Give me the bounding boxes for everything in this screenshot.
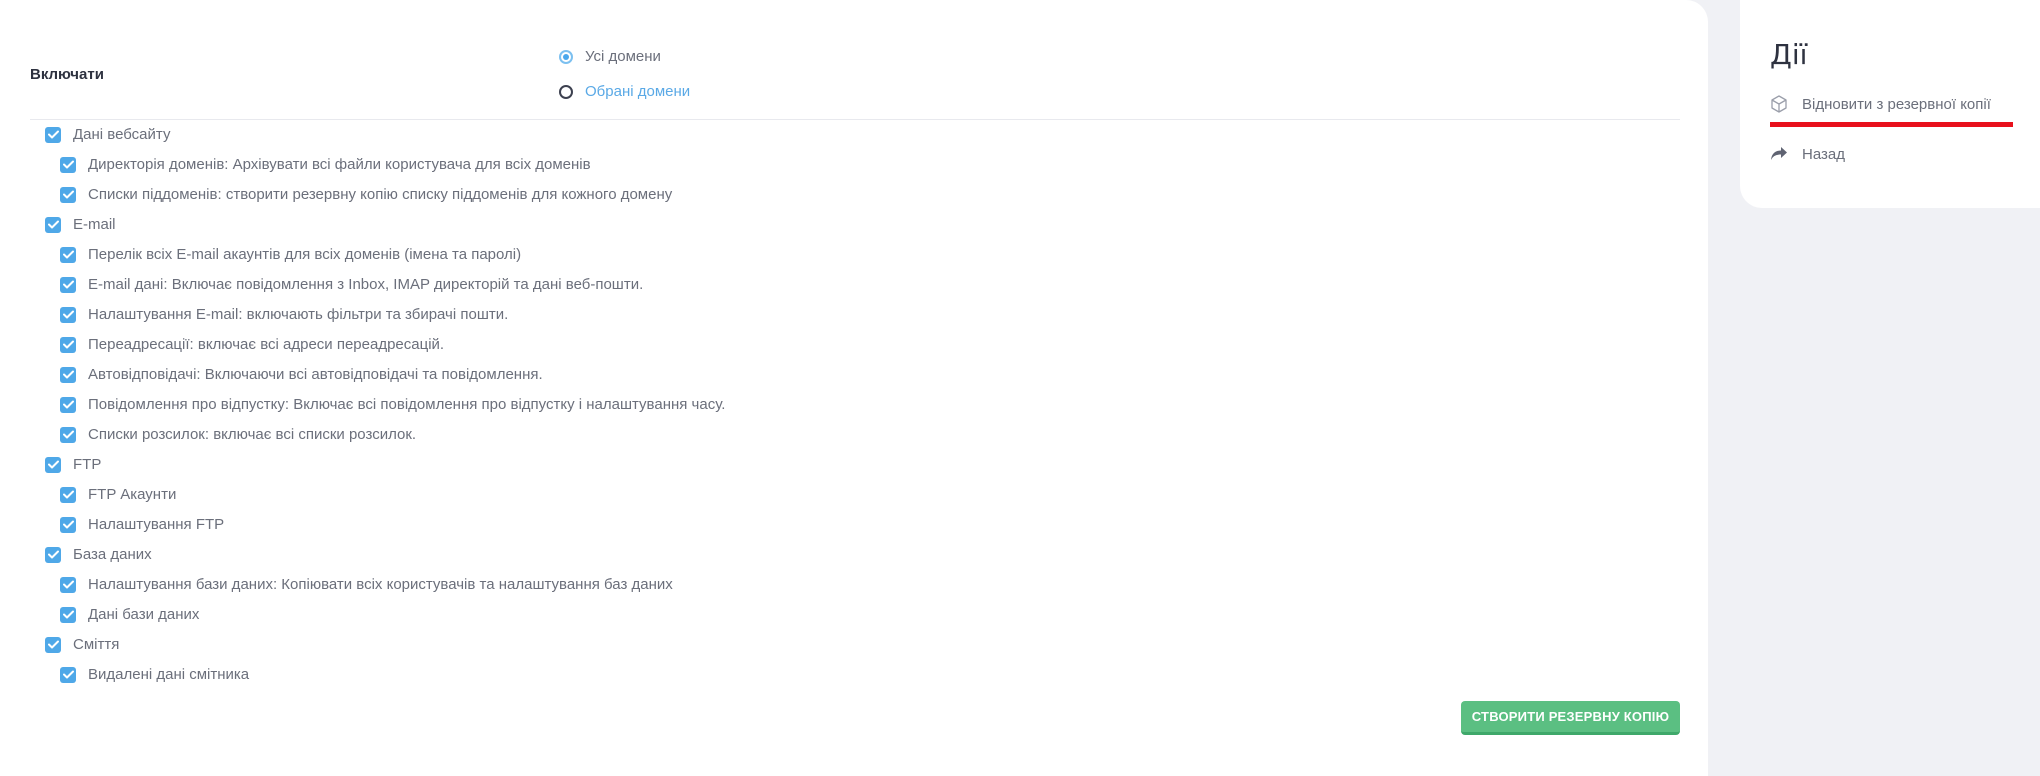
checkmark-icon (62, 610, 74, 619)
option-label: FTP Акаунти (88, 486, 177, 503)
radio-all-domains-button[interactable] (559, 49, 573, 64)
option-group-row[interactable]: Сміття (45, 636, 119, 653)
divider (30, 119, 1680, 120)
option-label: Дані бази даних (88, 606, 200, 623)
actions-title: Дії (1770, 38, 1808, 71)
checkmark-icon (47, 550, 59, 559)
radio-selected-domains-button[interactable] (559, 84, 573, 99)
option-row[interactable]: FTP Акаунти (60, 486, 176, 503)
checkmark-icon (62, 190, 74, 199)
checkmark-icon (62, 490, 74, 499)
option-group-row[interactable]: FTP (45, 456, 101, 473)
checkbox[interactable] (60, 186, 76, 203)
option-row[interactable]: Дані бази даних (60, 606, 199, 623)
checkmark-icon (62, 400, 74, 409)
option-label: E-mail дані: Включає повідомлення з Inbo… (88, 276, 644, 293)
checkmark-icon (62, 280, 74, 289)
option-label: Дані вебсайту (73, 126, 171, 143)
option-label: Налаштування бази даних: Копіювати всіх … (88, 576, 673, 593)
checkbox[interactable] (60, 246, 76, 263)
option-label: Автовідповідачі: Включаючи всі автовідпо… (88, 366, 543, 383)
checkmark-icon (47, 220, 59, 229)
checkmark-icon (62, 670, 74, 679)
checkbox[interactable] (60, 366, 76, 383)
checkbox[interactable] (60, 426, 76, 443)
checkmark-icon (62, 430, 74, 439)
option-label: Перелік всіх E-mail акаунтів для всіх до… (88, 246, 522, 263)
option-row[interactable]: Перелік всіх E-mail акаунтів для всіх до… (60, 246, 521, 263)
checkbox[interactable] (60, 396, 76, 413)
checkbox[interactable] (45, 216, 61, 233)
checkbox[interactable] (45, 636, 61, 653)
backup-form-card: Включати Усі домени Обрані домени Дані в… (0, 0, 1708, 776)
option-label: Видалені дані смітника (88, 666, 250, 683)
include-label: Включати (30, 66, 104, 83)
option-group-row[interactable]: Дані вебсайту (45, 126, 170, 143)
checkbox[interactable] (60, 486, 76, 503)
checkbox[interactable] (45, 546, 61, 563)
checkmark-icon (62, 160, 74, 169)
checkmark-icon (62, 520, 74, 529)
checkbox[interactable] (60, 606, 76, 623)
option-label: Списки піддоменів: створити резервну коп… (88, 186, 673, 203)
checkmark-icon (62, 370, 74, 379)
option-row[interactable]: Автовідповідачі: Включаючи всі автовідпо… (60, 366, 543, 383)
option-row[interactable]: Списки піддоменів: створити резервну коп… (60, 186, 672, 203)
checkbox[interactable] (60, 156, 76, 173)
actions-panel: Дії Відновити з резервної копії Назад (1740, 0, 2040, 208)
checkbox[interactable] (60, 576, 76, 593)
radio-all-domains-label: Усі домени (585, 48, 661, 65)
checkmark-icon (62, 310, 74, 319)
option-label: Повідомлення про відпустку: Включає всі … (88, 396, 726, 413)
option-group-row[interactable]: E-mail (45, 216, 116, 233)
option-row[interactable]: Списки розсилок: включає всі списки розс… (60, 426, 416, 443)
checkbox[interactable] (45, 456, 61, 473)
option-label: Сміття (73, 636, 120, 653)
option-label: E-mail (73, 216, 116, 233)
option-label: Списки розсилок: включає всі списки розс… (88, 426, 417, 443)
checkmark-icon (62, 250, 74, 259)
option-label: Директорія доменів: Архівувати всі файли… (88, 156, 591, 173)
radio-all-domains[interactable]: Усі домени (559, 48, 661, 65)
checkbox[interactable] (60, 276, 76, 293)
option-label: Налаштування E-mail: включають фільтри т… (88, 306, 509, 323)
option-label: Налаштування FTP (88, 516, 225, 533)
checkbox[interactable] (60, 666, 76, 683)
option-row[interactable]: Переадресації: включає всі адреси переад… (60, 336, 444, 353)
back-label: Назад (1802, 145, 1845, 163)
checkbox[interactable] (60, 516, 76, 533)
checkbox[interactable] (45, 126, 61, 143)
option-label: FTP (73, 456, 102, 473)
checkmark-icon (47, 130, 59, 139)
restore-from-backup-label: Відновити з резервної копії (1802, 95, 1991, 113)
option-row[interactable]: E-mail дані: Включає повідомлення з Inbo… (60, 276, 643, 293)
checkbox[interactable] (60, 306, 76, 323)
back-link[interactable]: Назад (1770, 145, 1845, 163)
option-row[interactable]: Налаштування E-mail: включають фільтри т… (60, 306, 508, 323)
option-row[interactable]: Налаштування бази даних: Копіювати всіх … (60, 576, 673, 593)
option-row[interactable]: Видалені дані смітника (60, 666, 249, 683)
box-icon (1770, 95, 1788, 113)
create-backup-button[interactable]: СТВОРИТИ РЕЗЕРВНУ КОПІЮ (1461, 701, 1680, 735)
checkbox[interactable] (60, 336, 76, 353)
option-row[interactable]: Повідомлення про відпустку: Включає всі … (60, 396, 725, 413)
checkmark-icon (62, 340, 74, 349)
option-row[interactable]: Директорія доменів: Архівувати всі файли… (60, 156, 591, 173)
restore-from-backup-link[interactable]: Відновити з резервної копії (1770, 95, 1991, 113)
share-arrow-icon (1770, 145, 1788, 163)
option-label: Переадресації: включає всі адреси переад… (88, 336, 445, 353)
checkmark-icon (47, 460, 59, 469)
radio-selected-domains[interactable]: Обрані домени (559, 83, 690, 100)
highlight-underline (1770, 122, 2013, 127)
option-row[interactable]: Налаштування FTP (60, 516, 224, 533)
option-group-row[interactable]: База даних (45, 546, 152, 563)
option-label: База даних (73, 546, 152, 563)
checkmark-icon (62, 580, 74, 589)
radio-selected-domains-label: Обрані домени (585, 83, 691, 100)
checkmark-icon (47, 640, 59, 649)
